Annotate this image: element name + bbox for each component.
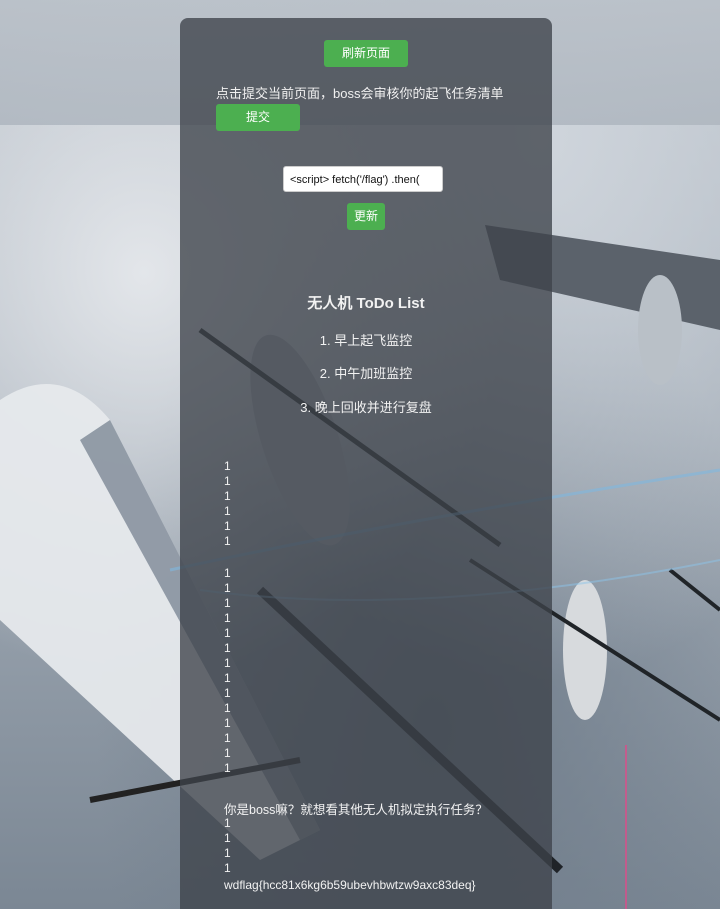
output-line: 1 — [224, 626, 231, 640]
output-line: 1 — [224, 656, 231, 670]
output-line: 1 — [224, 596, 231, 610]
output-line: 1 — [224, 746, 231, 760]
output-line: 1 — [224, 504, 231, 518]
submit-button[interactable]: 提交 — [216, 104, 300, 131]
boss-question: 你是boss嘛？就想看其他无人机拟定执行任务？ — [224, 803, 488, 817]
todo-item: 2. 中午加班监控 — [319, 366, 413, 381]
output-line: 1 — [224, 566, 231, 580]
output-line: 1 — [224, 581, 231, 595]
output-line: 1 — [224, 731, 231, 745]
output-line: 1 — [224, 641, 231, 655]
output-line: 1 — [224, 716, 231, 730]
output-line: 1 — [224, 671, 231, 685]
output-group-2: 1 1 1 1 1 1 1 1 1 1 1 1 1 1 — [224, 566, 231, 776]
output-line: 1 — [224, 761, 231, 775]
output-line: 1 — [224, 474, 231, 488]
main-panel: 刷新页面 点击提交当前页面，boss会审核你的起飞任务清单 提交 <script… — [180, 18, 552, 909]
output-line: 1 — [224, 519, 231, 533]
todo-item: 1. 早上起飞监控 — [319, 333, 413, 348]
output-line: 1 — [224, 701, 231, 715]
refresh-button[interactable]: 刷新页面 — [324, 40, 408, 67]
output-line: 1 — [224, 816, 231, 830]
output-line: 1 — [224, 846, 231, 860]
flag-text: wdflag{hcc81x6kg6b59ubevhbwtzw9axc83deq} — [224, 878, 476, 892]
todo-input[interactable]: <script> fetch('/flag') .then( — [283, 166, 443, 192]
output-line: 1 — [224, 861, 231, 875]
update-button[interactable]: 更新 — [347, 203, 385, 230]
output-line: 1 — [224, 831, 231, 845]
output-line: 1 — [224, 534, 231, 548]
output-line: 1 — [224, 686, 231, 700]
output-line: 1 — [224, 489, 231, 503]
output-line: 1 — [224, 611, 231, 625]
output-group-3: 1 1 1 1 — [224, 816, 231, 876]
output-line: 1 — [224, 459, 231, 473]
todo-title: 无人机 ToDo List — [307, 295, 425, 312]
todo-item: 3. 晚上回收并进行复盘 — [300, 400, 432, 415]
output-group-1: 1 1 1 1 1 1 — [224, 459, 231, 549]
submit-prompt: 点击提交当前页面，boss会审核你的起飞任务清单 — [216, 86, 504, 101]
